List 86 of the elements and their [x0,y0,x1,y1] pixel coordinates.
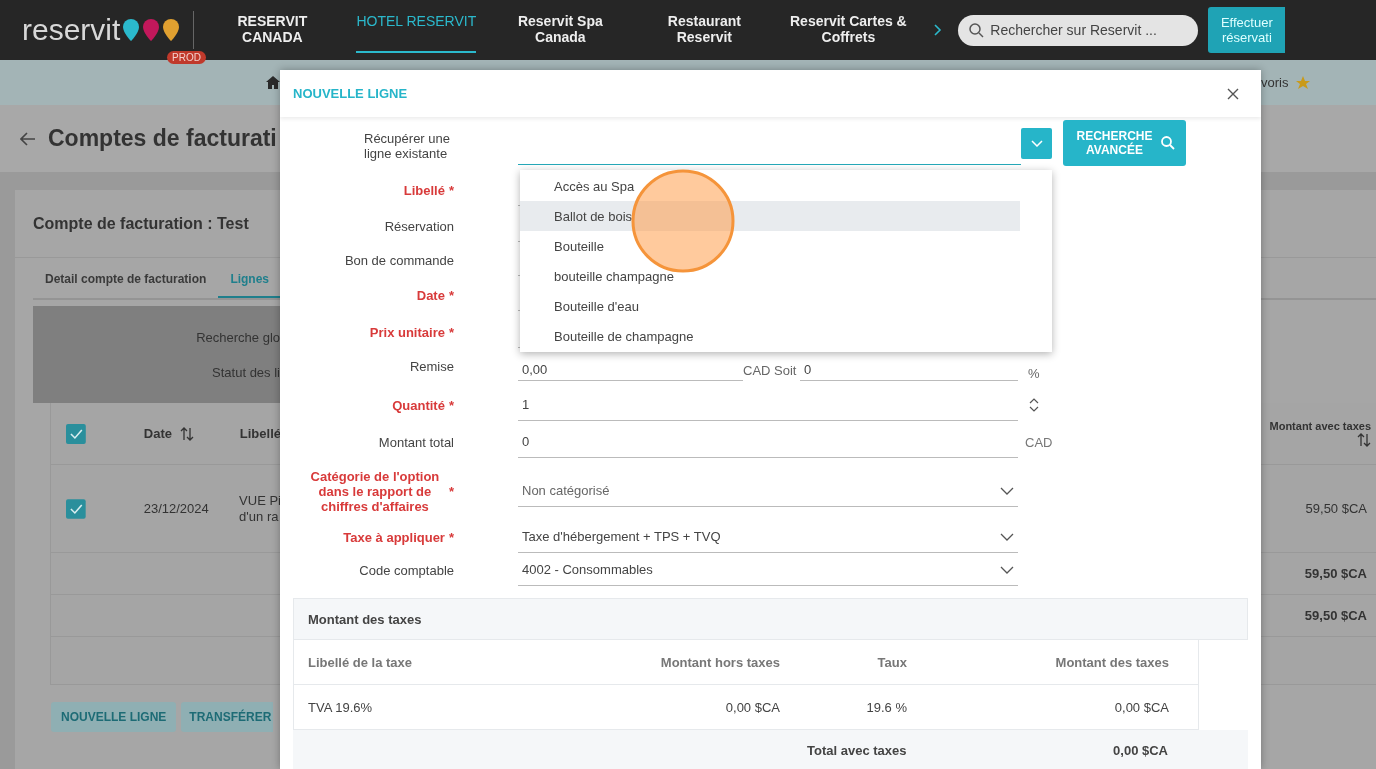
chevron-down-icon [1000,486,1014,495]
field-label: Prix unitaire [369,324,445,340]
input-field[interactable]: 1 [518,389,1018,421]
checkbox[interactable] [66,498,86,519]
dropdown-option[interactable]: Ballot de bois [520,201,1020,231]
nav-tab[interactable]: Restaurant Reservit [644,7,765,53]
search-field[interactable]: Rechercher sur Reservit ... [958,14,1199,46]
filter-label: Statut des li [211,364,280,380]
dropdown-option[interactable]: Bouteille [520,231,1052,261]
select-field[interactable]: Taxe d'hébergement + TPS + TVQ [518,521,1018,553]
chevron-down-icon [1000,565,1014,574]
table-cell-text: 0,00 $CA [724,699,781,715]
table-cell: 59,50 $CA [1305,501,1367,516]
required-mark: * [448,287,454,303]
total-cell: 59,50 $CA [1304,566,1367,581]
table-cell-text: 23/12/2024 [143,501,210,516]
total-cell: 59,50 $CA [1304,608,1367,623]
card-title: Compte de facturation : Test [33,214,249,233]
table-cell-text: TVA 19.6% [307,699,374,715]
dropdown-option[interactable]: Accès au Spa [520,171,1052,201]
search-icon [1160,136,1175,150]
env-badge: PROD [167,51,206,64]
tab[interactable]: Detail compte de facturation [33,260,219,298]
column-header: Montant des taxes [1054,654,1170,670]
field-label: Catégorie de l'option dans le rapport de chiffres d'affaires [309,468,441,514]
chevron-right-icon[interactable] [934,24,943,36]
sort-icon[interactable] [1357,431,1371,448]
sort-icon[interactable] [180,425,194,442]
column-header[interactable]: Libellé [239,426,281,441]
field-label: Quantité [392,397,445,413]
field-label: Récupérer une ligne existante [364,131,451,161]
field-label: Code comptable [359,562,454,578]
close-icon[interactable] [1227,87,1239,100]
column-header: Taux [876,654,908,670]
unit-label: % [1028,366,1040,381]
back-arrow-icon[interactable] [20,131,36,146]
spinner-icon[interactable] [1029,398,1039,412]
field-label: Date [416,287,445,303]
nav-tab[interactable]: Reservit Cartes & Coffrets [788,7,909,53]
section-header: Montant des taxes [293,598,1248,640]
dropdown-option[interactable]: Bouteille d'eau [520,291,1052,321]
dialog-title: NOUVELLE LIGNE [293,86,408,101]
total-label: Total avec taxes [806,742,908,758]
unit-label: CAD [1025,434,1053,450]
table-cell-text: 19.6 % [865,699,908,715]
unit-label: CAD Soit [743,363,796,378]
field-label: Taxe à appliquer [343,529,445,545]
total-value: 0,00 $CA [1112,742,1169,758]
input-field[interactable]: 0 [518,426,1018,458]
column-header: Libellé de la taxe [307,654,414,670]
page-title: Comptes de facturati [48,125,277,152]
nav-tab[interactable]: HOTEL RESERVIT [356,7,477,53]
search-icon [969,22,985,38]
column-header[interactable]: Montant avec taxes [1269,419,1371,432]
star-icon[interactable] [1296,76,1311,89]
required-mark: * [448,397,454,413]
map-pins-icon [123,19,180,41]
table-cell: VUE Pi d'un ra [239,492,281,525]
checkbox[interactable] [66,423,86,444]
field-label: Montant total [378,434,454,450]
field-label: Bon de commande [344,252,454,268]
filter-label: Recherche glo [195,329,280,345]
home-icon[interactable] [266,76,280,89]
chevron-down-icon [1000,532,1014,541]
field-label: Libellé [403,182,445,198]
required-mark: * [448,483,454,499]
dropdown-option[interactable]: Bouteille de champagne [520,321,1052,351]
nav-tab[interactable]: Reservit Spa Canada [500,7,621,53]
select-field[interactable]: 4002 - Consommables [518,554,1018,586]
table-cell-text: 0,00 $CA [1113,699,1170,715]
favorites-link[interactable]: voris [1261,75,1289,90]
column-header: Montant hors taxes [659,654,781,670]
required-mark: * [448,529,454,545]
required-mark: * [448,324,454,340]
required-mark: * [448,182,454,198]
dropdown-option[interactable]: bouteille champagne [520,261,1052,291]
input-field[interactable]: 0,00 [518,359,743,381]
nav-tab[interactable]: RESERVIT CANADA [212,7,333,53]
column-header[interactable]: Date [143,426,172,441]
select-field[interactable]: Non catégorisé [518,475,1018,507]
input-field[interactable]: 0 [800,359,1018,381]
chevron-down-icon [1030,139,1043,147]
field-label: Remise [409,358,454,374]
dropdown-toggle[interactable] [1021,127,1052,159]
field-label: Réservation [384,218,454,234]
logo-wordmark[interactable]: reservit [22,13,121,47]
